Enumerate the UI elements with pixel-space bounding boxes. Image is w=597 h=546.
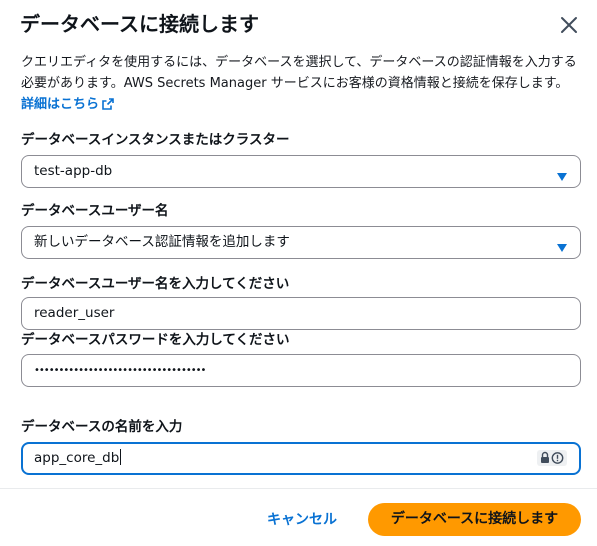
instance-value: test-app-db (34, 163, 113, 179)
username-option-label: データベースユーザー名 (21, 203, 169, 219)
connect-database-dialog: データベースに接続します クエリエディタを使用するには、データベースを選択して、… (0, 0, 597, 546)
username-label: データベースユーザー名を入力してください (21, 276, 290, 292)
footer-divider (0, 488, 597, 489)
username-input[interactable]: reader_user (21, 297, 581, 330)
username-option-select[interactable]: 新しいデータベース認証情報を追加します (21, 226, 581, 259)
dialog-description: クエリエディタを使用するには、データベースを選択して、データベースの認証情報を入… (21, 52, 581, 117)
cancel-button[interactable]: キャンセル (256, 505, 348, 535)
connect-database-button[interactable]: データベースに接続します (368, 503, 581, 536)
caret-down-icon (556, 167, 568, 186)
instance-label: データベースインスタンスまたはクラスター (21, 132, 290, 148)
username-option-value: 新しいデータベース認証情報を追加します (34, 234, 290, 250)
database-name-label: データベースの名前を入力 (21, 419, 183, 435)
password-input[interactable]: ••••••••••••••••••••••••••••••••••• (21, 354, 581, 387)
password-label: データベースパスワードを入力してください (21, 332, 290, 348)
text-cursor (120, 449, 122, 465)
password-manager-icon[interactable] (537, 450, 567, 466)
instance-select[interactable]: test-app-db (21, 155, 581, 188)
dialog-title: データベースに接続します (20, 12, 259, 36)
password-value: ••••••••••••••••••••••••••••••••••• (34, 365, 206, 376)
external-link-icon (102, 96, 114, 117)
username-value: reader_user (34, 305, 115, 321)
database-name-value: app_core_db (34, 450, 120, 466)
learn-more-label: 詳細はこちら (21, 97, 100, 112)
database-name-input[interactable]: app_core_db (21, 442, 581, 475)
learn-more-link[interactable]: 詳細はこちら (21, 97, 114, 112)
caret-down-icon (556, 238, 568, 257)
close-icon[interactable] (556, 12, 582, 38)
description-text: クエリエディタを使用するには、データベースを選択して、データベースの認証情報を入… (21, 55, 577, 91)
